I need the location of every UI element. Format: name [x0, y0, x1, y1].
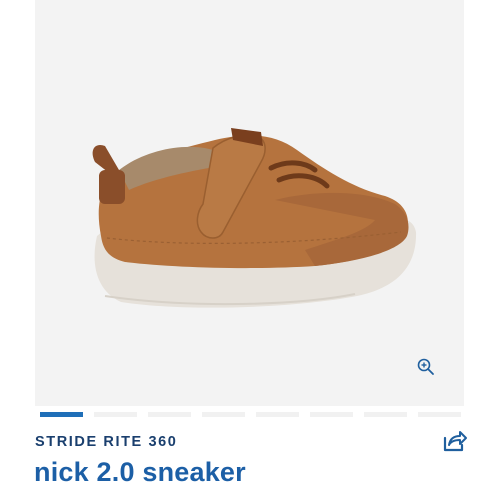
- sneaker-illustration: [92, 128, 417, 308]
- zoom-in-icon[interactable]: [416, 357, 436, 377]
- pagination-dot[interactable]: [418, 412, 461, 417]
- share-icon[interactable]: [440, 428, 468, 454]
- pagination-dot[interactable]: [310, 412, 353, 417]
- pagination-dot[interactable]: [148, 412, 191, 417]
- product-title: nick 2.0 sneaker: [34, 457, 246, 487]
- pagination-dot-active[interactable]: [40, 412, 83, 417]
- pagination-dot[interactable]: [256, 412, 299, 417]
- product-image[interactable]: [35, 0, 464, 406]
- product-brand[interactable]: STRIDE RITE 360: [35, 434, 177, 450]
- pagination-dot[interactable]: [202, 412, 245, 417]
- gallery-pagination: [40, 412, 461, 417]
- pagination-dot[interactable]: [94, 412, 137, 417]
- pagination-dot[interactable]: [364, 412, 407, 417]
- product-image-gallery[interactable]: [35, 0, 464, 406]
